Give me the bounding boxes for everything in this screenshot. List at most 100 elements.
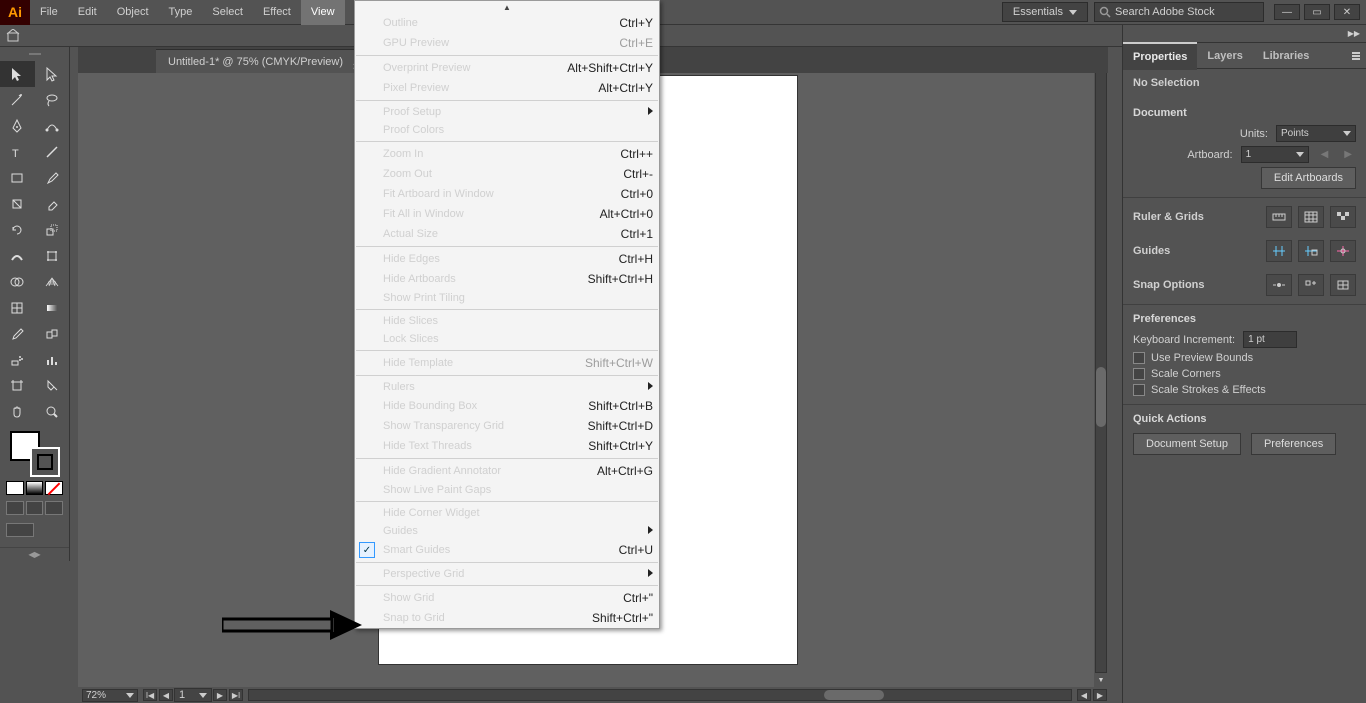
scroll-right-icon[interactable]: ▶ xyxy=(1093,689,1107,701)
menu-item-show-transparency-grid[interactable]: Show Transparency GridShift+Ctrl+D xyxy=(355,416,659,436)
search-stock-input[interactable]: Search Adobe Stock xyxy=(1094,2,1264,22)
grid-icon[interactable] xyxy=(1298,206,1324,228)
tab-layers[interactable]: Layers xyxy=(1197,43,1252,69)
menu-item-hide-slices[interactable]: Hide Slices xyxy=(355,312,659,330)
curvature-tool[interactable] xyxy=(35,113,70,139)
eyedropper-tool[interactable] xyxy=(0,321,35,347)
menu-item-hide-bounding-box[interactable]: Hide Bounding BoxShift+Ctrl+B xyxy=(355,396,659,416)
artboard-number[interactable]: 1 xyxy=(174,688,212,702)
scrollbar-thumb[interactable] xyxy=(1096,367,1106,427)
guides-show-icon[interactable] xyxy=(1266,240,1292,262)
selection-tool[interactable] xyxy=(0,61,35,87)
prev-artboard[interactable]: ◀ xyxy=(159,689,173,701)
stroke-swatch[interactable] xyxy=(30,447,60,477)
menu-item-fit-all-in-window[interactable]: Fit All in WindowAlt+Ctrl+0 xyxy=(355,204,659,224)
menu-item-outline[interactable]: OutlineCtrl+Y xyxy=(355,13,659,33)
snap-pixel-icon[interactable] xyxy=(1330,274,1356,296)
type-tool[interactable]: T xyxy=(0,139,35,165)
menu-item-perspective-grid[interactable]: Perspective Grid xyxy=(355,565,659,583)
menu-item-guides[interactable]: Guides xyxy=(355,522,659,540)
menu-item-hide-corner-widget[interactable]: Hide Corner Widget xyxy=(355,504,659,522)
units-combo[interactable]: Points xyxy=(1276,125,1356,142)
draw-normal[interactable] xyxy=(6,501,24,515)
shaper-tool[interactable] xyxy=(0,191,35,217)
tab-properties[interactable]: Properties xyxy=(1123,42,1197,70)
free-transform-tool[interactable] xyxy=(35,243,70,269)
ruler-icon[interactable] xyxy=(1266,206,1292,228)
prev-icon[interactable]: ◀ xyxy=(1317,149,1333,160)
gradient-tool[interactable] xyxy=(35,295,70,321)
menu-item-show-grid[interactable]: Show GridCtrl+" xyxy=(355,588,659,608)
home-icon[interactable] xyxy=(6,29,24,43)
screen-mode[interactable] xyxy=(6,523,34,537)
smart-guides-icon[interactable] xyxy=(1330,240,1356,262)
draw-behind[interactable] xyxy=(26,501,44,515)
keyboard-increment-input[interactable]: 1 pt xyxy=(1243,331,1297,348)
menu-item-zoom-out[interactable]: Zoom OutCtrl+- xyxy=(355,164,659,184)
gradient-mode[interactable] xyxy=(26,481,44,495)
artboard-combo[interactable]: 1 xyxy=(1241,146,1309,163)
menu-item-lock-slices[interactable]: Lock Slices xyxy=(355,330,659,348)
panel-collapse[interactable]: ▶▶ xyxy=(1123,25,1366,43)
document-tab[interactable]: Untitled-1* @ 75% (CMYK/Preview)× xyxy=(156,49,366,73)
menu-item-hide-text-threads[interactable]: Hide Text ThreadsShift+Ctrl+Y xyxy=(355,436,659,456)
menu-item-show-print-tiling[interactable]: Show Print Tiling xyxy=(355,289,659,307)
menu-effect[interactable]: Effect xyxy=(253,0,301,25)
zoom-combo[interactable]: 72% xyxy=(82,689,138,702)
slice-tool[interactable] xyxy=(35,373,70,399)
panel-menu-icon[interactable] xyxy=(1352,51,1366,61)
mesh-tool[interactable] xyxy=(0,295,35,321)
menu-item-show-live-paint-gaps[interactable]: Show Live Paint Gaps xyxy=(355,481,659,499)
direct-selection-tool[interactable] xyxy=(35,61,70,87)
paintbrush-tool[interactable] xyxy=(35,165,70,191)
menu-select[interactable]: Select xyxy=(202,0,253,25)
menu-item-fit-artboard-in-window[interactable]: Fit Artboard in WindowCtrl+0 xyxy=(355,184,659,204)
window-close[interactable]: ✕ xyxy=(1334,4,1360,20)
color-mode[interactable] xyxy=(6,481,24,495)
transparency-grid-icon[interactable] xyxy=(1330,206,1356,228)
eraser-tool[interactable] xyxy=(35,191,70,217)
menu-scroll-up-icon[interactable]: ▲ xyxy=(355,1,659,13)
vertical-scrollbar[interactable]: ▲ ▼ xyxy=(1094,47,1108,687)
menu-edit[interactable]: Edit xyxy=(68,0,107,25)
tools-grip[interactable] xyxy=(0,53,69,61)
tab-libraries[interactable]: Libraries xyxy=(1253,43,1319,69)
shape-builder-tool[interactable] xyxy=(0,269,35,295)
hand-tool[interactable] xyxy=(0,399,35,425)
menu-item-proof-setup[interactable]: Proof Setup xyxy=(355,103,659,121)
window-minimize[interactable]: — xyxy=(1274,4,1300,20)
scrollbar-thumb[interactable] xyxy=(824,690,884,700)
magic-wand-tool[interactable] xyxy=(0,87,35,113)
next-artboard[interactable]: ▶ xyxy=(213,689,227,701)
lasso-tool[interactable] xyxy=(35,87,70,113)
menu-item-actual-size[interactable]: Actual SizeCtrl+1 xyxy=(355,224,659,244)
tools-collapse[interactable]: ◀▶ xyxy=(0,547,69,561)
snap-grid-icon[interactable] xyxy=(1298,274,1324,296)
rotate-tool[interactable] xyxy=(0,217,35,243)
horizontal-scrollbar[interactable] xyxy=(248,689,1072,701)
artboard-tool[interactable] xyxy=(0,373,35,399)
line-tool[interactable] xyxy=(35,139,70,165)
guides-lock-icon[interactable] xyxy=(1298,240,1324,262)
menu-file[interactable]: File xyxy=(30,0,68,25)
menu-object[interactable]: Object xyxy=(107,0,159,25)
none-mode[interactable] xyxy=(45,481,63,495)
menu-item-rulers[interactable]: Rulers xyxy=(355,378,659,396)
blend-tool[interactable] xyxy=(35,321,70,347)
menu-view[interactable]: View xyxy=(301,0,345,25)
pen-tool[interactable] xyxy=(0,113,35,139)
menu-item-zoom-in[interactable]: Zoom InCtrl++ xyxy=(355,144,659,164)
first-artboard[interactable]: I◀ xyxy=(143,689,157,701)
menu-item-proof-colors[interactable]: Proof Colors xyxy=(355,121,659,139)
menu-item-hide-gradient-annotator[interactable]: Hide Gradient AnnotatorAlt+Ctrl+G xyxy=(355,461,659,481)
snap-point-icon[interactable] xyxy=(1266,274,1292,296)
document-setup-button[interactable]: Document Setup xyxy=(1133,433,1241,455)
scroll-left-icon[interactable]: ◀ xyxy=(1077,689,1091,701)
menu-item-pixel-preview[interactable]: Pixel PreviewAlt+Ctrl+Y xyxy=(355,78,659,98)
window-maximize[interactable]: ▭ xyxy=(1304,4,1330,20)
scale-strokes-checkbox[interactable] xyxy=(1133,384,1145,396)
rectangle-tool[interactable] xyxy=(0,165,35,191)
menu-item-overprint-preview[interactable]: Overprint PreviewAlt+Shift+Ctrl+Y xyxy=(355,58,659,78)
column-graph-tool[interactable] xyxy=(35,347,70,373)
zoom-tool[interactable] xyxy=(35,399,70,425)
